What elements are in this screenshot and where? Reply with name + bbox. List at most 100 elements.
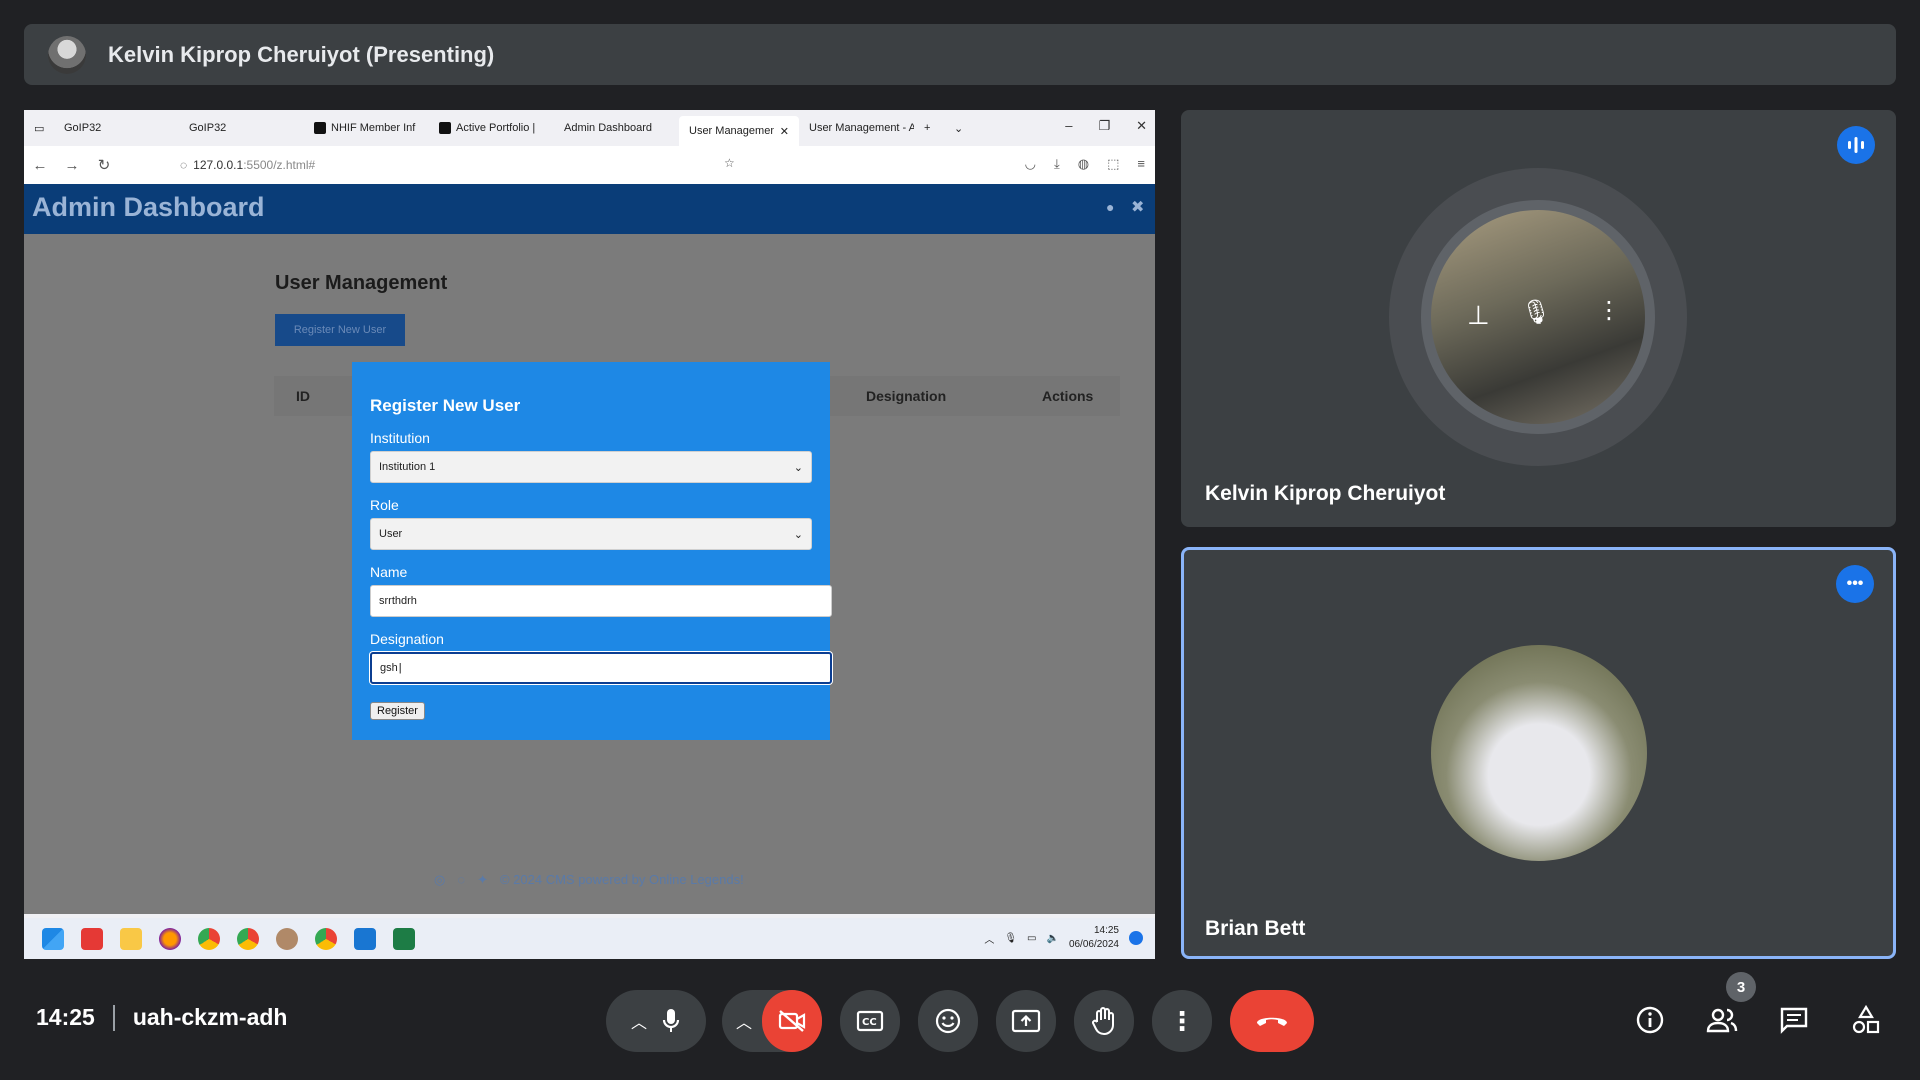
tab-user-management-2[interactable]: User Management - A: [799, 113, 914, 143]
col-id: ID: [296, 388, 310, 404]
chrome-icon[interactable]: [198, 927, 220, 950]
app-title: Admin Dashboard: [32, 192, 265, 222]
tab-goip32-2[interactable]: GoIP32: [179, 113, 304, 143]
more-options-icon[interactable]: ⋮: [1597, 296, 1621, 325]
col-designation: Designation: [866, 388, 947, 404]
windows-start-icon[interactable]: [42, 927, 64, 950]
participant-name-brian: Brian Bett: [1205, 917, 1306, 940]
browser-nav-bar: ← → ↻ ◌ 127.0.0.1:5500/z.html# ☆ ◡ ⤓ ◍ ⬚ …: [24, 146, 1155, 184]
people-count-badge: 3: [1726, 972, 1756, 1002]
notification-icon[interactable]: [1129, 931, 1143, 945]
participant-name-kelvin: Kelvin Kiprop Cheruiyot: [1205, 482, 1446, 505]
mute-mic-icon[interactable]: 🎙: [1521, 298, 1551, 327]
meeting-time: 14:25: [36, 1004, 95, 1030]
designation-label: Designation: [370, 631, 444, 647]
role-select[interactable]: User ⌄: [370, 518, 812, 550]
excel-icon[interactable]: [393, 927, 415, 950]
tab-list-icon[interactable]: ▭: [24, 113, 54, 143]
name-label: Name: [370, 564, 408, 580]
logout-icon[interactable]: ✖: [1131, 197, 1144, 217]
presenter-avatar: [48, 35, 86, 74]
raise-hand-button[interactable]: [1074, 990, 1134, 1052]
leave-call-button[interactable]: [1230, 990, 1314, 1052]
forward-arrow-icon[interactable]: →: [56, 157, 88, 174]
tray-volume-icon[interactable]: 🔈: [1046, 933, 1058, 944]
close-tab-icon[interactable]: ✕: [780, 125, 789, 138]
modal-title: Register New User: [370, 396, 521, 415]
tray-mic-icon[interactable]: 🎙: [1004, 933, 1017, 944]
shared-screen: ▭ GoIP32 GoIP32 NHIF Member Inf Active P…: [24, 110, 1155, 959]
hang-up-icon: [1254, 1013, 1290, 1029]
menu-icon[interactable]: ≡: [1137, 156, 1145, 172]
tab-active-portfolio[interactable]: Active Portfolio |: [429, 113, 554, 143]
back-arrow-icon[interactable]: ←: [24, 157, 56, 174]
people-icon[interactable]: [1702, 1000, 1742, 1040]
role-label: Role: [370, 497, 399, 513]
mic-icon[interactable]: [661, 1007, 681, 1035]
participant-tile-brian[interactable]: ••• Brian Bett: [1181, 547, 1896, 959]
camera-off-icon: [778, 1010, 806, 1032]
avatar-brian: [1431, 645, 1647, 861]
video-settings-chevron-icon[interactable]: ︿: [736, 1009, 752, 1033]
minimize-icon[interactable]: –: [1065, 118, 1072, 134]
tab-overflow-chevron-icon[interactable]: ⌄: [944, 113, 974, 143]
presenter-bar: Kelvin Kiprop Cheruiyot (Presenting): [24, 24, 1896, 85]
tab-goip32-1[interactable]: GoIP32: [54, 113, 179, 143]
tab-user-management-active[interactable]: User Managemen ✕: [679, 116, 799, 146]
audio-settings-chevron-icon[interactable]: ︿: [631, 1009, 647, 1033]
url-bar[interactable]: ◌ 127.0.0.1:5500/z.html#: [180, 158, 315, 172]
activities-icon[interactable]: [1846, 1000, 1886, 1040]
footer: ◎ ◌ ✦ © 2024 CMS powered by Online Legen…: [434, 872, 744, 888]
tray-chevron-icon[interactable]: ︿: [984, 931, 994, 946]
camera-off-button[interactable]: [762, 990, 822, 1052]
footer-text: © 2024 CMS powered by Online Legends!: [499, 872, 744, 887]
bookmark-star-icon[interactable]: ☆: [724, 156, 735, 170]
chat-icon[interactable]: [1774, 1000, 1814, 1040]
restore-icon[interactable]: ❐: [1098, 118, 1110, 134]
more-options-icon[interactable]: •••: [1836, 565, 1874, 603]
meeting-details-icon[interactable]: [1630, 1000, 1670, 1040]
tray-network-icon[interactable]: ▭: [1027, 933, 1036, 944]
designation-input[interactable]: gsh |: [370, 652, 832, 684]
chevron-down-icon: ⌄: [793, 461, 803, 474]
extensions-icon[interactable]: ⬚: [1107, 156, 1119, 172]
taskbar-clock[interactable]: 14:25 06/06/2024: [1069, 924, 1119, 952]
tab-admin-dashboard[interactable]: Admin Dashboard: [554, 113, 679, 143]
captions-icon: CC: [856, 1010, 884, 1032]
institution-select[interactable]: Institution 1 ⌄: [370, 451, 812, 483]
pocket-icon[interactable]: ◡: [1025, 156, 1036, 172]
register-new-user-button[interactable]: Register New User: [275, 314, 405, 346]
register-submit-button[interactable]: Register: [370, 702, 425, 720]
tab-nhif[interactable]: NHIF Member Inf: [304, 113, 429, 143]
chrome-profile-icon[interactable]: [237, 927, 259, 950]
download-icon[interactable]: ⤓: [1054, 156, 1060, 172]
media-player-icon[interactable]: [81, 927, 103, 950]
reload-icon[interactable]: ↻: [88, 156, 120, 174]
user-icon[interactable]: ●: [1106, 199, 1114, 215]
meeting-code: uah-ckzm-adh: [132, 1004, 288, 1030]
file-explorer-icon[interactable]: [120, 927, 142, 950]
captions-button[interactable]: CC: [840, 990, 900, 1052]
divider: [112, 1004, 115, 1031]
present-button[interactable]: [996, 990, 1056, 1052]
firefox-icon[interactable]: [159, 927, 181, 950]
account-icon[interactable]: ◍: [1078, 156, 1089, 172]
participant-tile-kelvin[interactable]: ⊥ 🎙 ⋮ Kelvin Kiprop Cheruiyot: [1181, 110, 1896, 527]
more-vert-icon: ⋮: [1169, 1005, 1195, 1036]
whatsapp-icon[interactable]: ◌: [457, 872, 465, 888]
new-tab-button[interactable]: +: [914, 113, 944, 143]
reactions-button[interactable]: [918, 990, 978, 1052]
pin-icon[interactable]: ⊥: [1467, 300, 1490, 331]
page-title: User Management: [275, 272, 448, 294]
more-options-button[interactable]: ⋮: [1152, 990, 1212, 1052]
portfolio-favicon-icon: [439, 122, 451, 134]
chrome-profile-2-icon[interactable]: [315, 927, 337, 950]
presenter-label: Kelvin Kiprop Cheruiyot (Presenting): [108, 41, 495, 67]
vscode-icon[interactable]: [354, 927, 376, 950]
instagram-icon[interactable]: ◎: [434, 872, 445, 888]
twitter-icon[interactable]: ✦: [477, 872, 488, 888]
close-window-icon[interactable]: ✕: [1136, 118, 1147, 134]
app-icon[interactable]: [276, 927, 298, 950]
present-screen-icon: [1011, 1009, 1041, 1033]
name-input[interactable]: srrthdrh: [370, 585, 832, 617]
